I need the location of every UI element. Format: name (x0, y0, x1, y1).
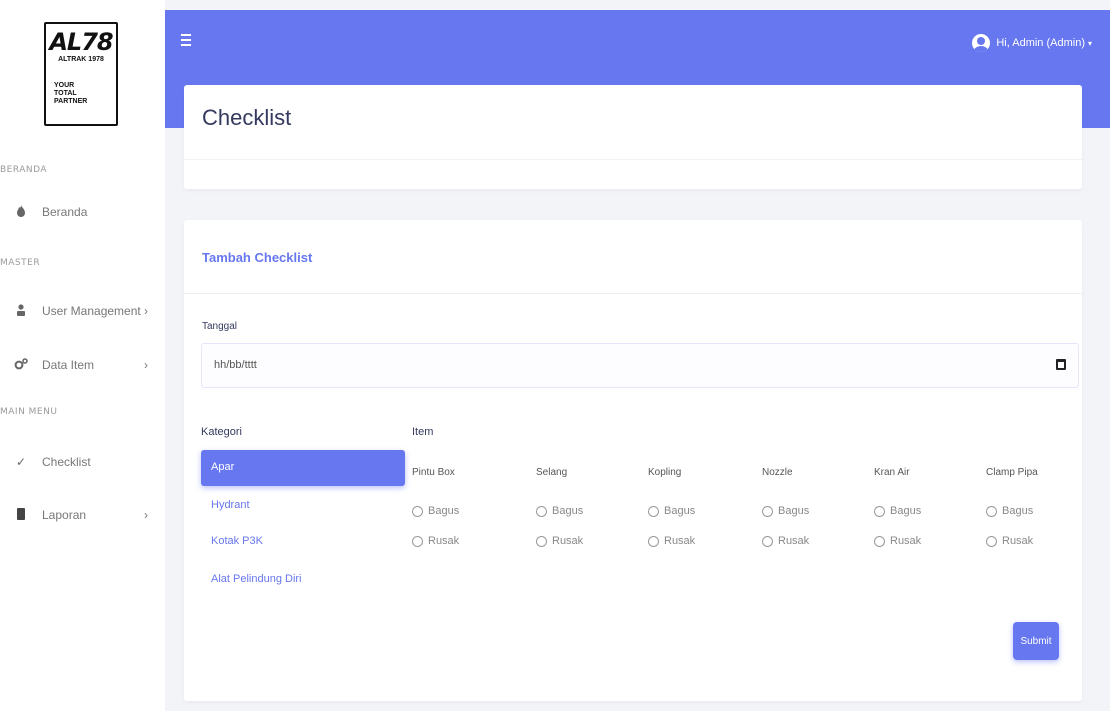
radio-circle[interactable] (412, 535, 423, 547)
radio-bagus[interactable]: Bagus (412, 505, 459, 517)
radio-circle[interactable] (536, 505, 547, 517)
logo-sub-text: ALTRAK 1978 (58, 56, 104, 63)
chevron-right-icon: › (144, 508, 148, 522)
category-label: Kotak P3K (211, 535, 263, 547)
radio-label: Bagus (1002, 505, 1034, 517)
item-name: Kopling (648, 467, 682, 478)
sidebar-item-user-management[interactable]: User Management › (0, 298, 165, 324)
logo-main-text: AL78 (49, 28, 113, 56)
category-label: Alat Pelindung Diri (211, 573, 302, 585)
kategori-label: Kategori (201, 426, 242, 438)
radio-circle[interactable] (536, 535, 547, 547)
category-alat-pelindung-diri[interactable]: Alat Pelindung Diri (201, 562, 405, 598)
user-icon (14, 303, 28, 319)
radio-circle[interactable] (762, 505, 773, 517)
menu-toggle-icon[interactable] (181, 34, 195, 46)
radio-circle[interactable] (874, 535, 885, 547)
radio-circle[interactable] (648, 505, 659, 517)
radio-rusak[interactable]: Rusak (874, 535, 921, 547)
book-icon (14, 507, 28, 523)
radio-rusak[interactable]: Rusak (986, 535, 1033, 547)
category-label: Hydrant (211, 499, 250, 511)
section-label-main-menu: MAIN MENU (0, 407, 58, 417)
item-name: Pintu Box (412, 467, 455, 478)
check-icon: ✓ (15, 455, 27, 469)
category-apar[interactable]: Apar (201, 450, 405, 486)
logo-tagline: YOUR TOTAL PARTNER (54, 82, 88, 105)
item-name: Clamp Pipa (986, 467, 1038, 478)
sidebar-item-checklist[interactable]: ✓ Checklist (0, 449, 165, 475)
divider (184, 159, 1082, 160)
radio-circle[interactable] (762, 535, 773, 547)
chevron-right-icon: › (144, 358, 148, 372)
section-label-master: MASTER (0, 258, 41, 268)
sidebar-item-beranda[interactable]: Beranda (0, 199, 165, 225)
section-label-beranda: BERANDA (0, 165, 48, 175)
radio-circle[interactable] (648, 535, 659, 547)
avatar-icon (972, 34, 991, 52)
radio-label: Rusak (890, 535, 922, 547)
item-name: Kran Air (874, 467, 910, 478)
radio-label: Rusak (664, 535, 696, 547)
item-name: Selang (536, 467, 568, 478)
radio-circle[interactable] (874, 505, 885, 517)
radio-label: Bagus (664, 505, 696, 517)
page-title: Checklist (202, 105, 292, 130)
radio-bagus[interactable]: Bagus (648, 505, 695, 517)
radio-circle[interactable] (986, 505, 997, 517)
radio-rusak[interactable]: Rusak (762, 535, 809, 547)
date-label: Tanggal (202, 321, 238, 332)
caret-down-icon: ▾ (1087, 38, 1092, 48)
chevron-right-icon: › (144, 304, 148, 318)
radio-label: Bagus (778, 505, 810, 517)
checklist-form-card: Tambah Checklist Tanggal hh/bb/tttt Kate… (184, 220, 1082, 701)
sidebar-item-label: Beranda (42, 205, 88, 219)
item-name: Nozzle (762, 467, 793, 478)
sidebar-item-label: Laporan (42, 508, 87, 522)
calendar-icon[interactable] (1056, 359, 1066, 370)
radio-rusak[interactable]: Rusak (648, 535, 695, 547)
category-label: Apar (211, 461, 235, 473)
radio-circle[interactable] (412, 505, 423, 517)
sidebar: AL78 ALTRAK 1978 YOUR TOTAL PARTNER BERA… (0, 0, 165, 711)
radio-bagus[interactable]: Bagus (762, 505, 809, 517)
card-title: Tambah Checklist (202, 250, 313, 265)
sidebar-item-label: Checklist (42, 455, 91, 469)
date-input[interactable]: hh/bb/tttt (201, 343, 1079, 388)
category-hydrant[interactable]: Hydrant (201, 488, 405, 524)
radio-label: Rusak (778, 535, 810, 547)
radio-label: Bagus (890, 505, 922, 517)
logo-bottom: YOUR TOTAL PARTNER (46, 76, 116, 124)
radio-bagus[interactable]: Bagus (536, 505, 583, 517)
radio-rusak[interactable]: Rusak (536, 535, 583, 547)
radio-label: Bagus (552, 505, 584, 517)
brand-logo[interactable]: AL78 ALTRAK 1978 YOUR TOTAL PARTNER (44, 22, 118, 126)
radio-rusak[interactable]: Rusak (412, 535, 459, 547)
category-kotak-p3k[interactable]: Kotak P3K (201, 524, 405, 560)
logo-top: AL78 ALTRAK 1978 (46, 24, 116, 74)
date-input-value: hh/bb/tttt (214, 359, 257, 371)
radio-bagus[interactable]: Bagus (986, 505, 1033, 517)
page-header-card: Checklist (184, 85, 1082, 189)
radio-label: Bagus (428, 505, 460, 517)
sidebar-item-data-item[interactable]: Data Item › (0, 352, 165, 378)
radio-label: Rusak (552, 535, 584, 547)
fire-icon (14, 204, 28, 220)
sidebar-item-laporan[interactable]: Laporan › (0, 502, 165, 528)
radio-label: Rusak (1002, 535, 1034, 547)
user-greeting: Hi, Admin (Admin) (996, 37, 1085, 49)
sidebar-item-label: Data Item (42, 358, 95, 372)
item-label: Item (412, 426, 434, 438)
radio-bagus[interactable]: Bagus (874, 505, 921, 517)
sidebar-item-label: User Management (42, 304, 141, 318)
radio-circle[interactable] (986, 535, 997, 547)
user-menu[interactable]: Hi, Admin (Admin) ▾ (972, 34, 1092, 52)
submit-button[interactable]: Submit (1013, 622, 1059, 660)
divider (184, 293, 1082, 294)
cogs-icon (14, 357, 28, 373)
radio-label: Rusak (428, 535, 460, 547)
